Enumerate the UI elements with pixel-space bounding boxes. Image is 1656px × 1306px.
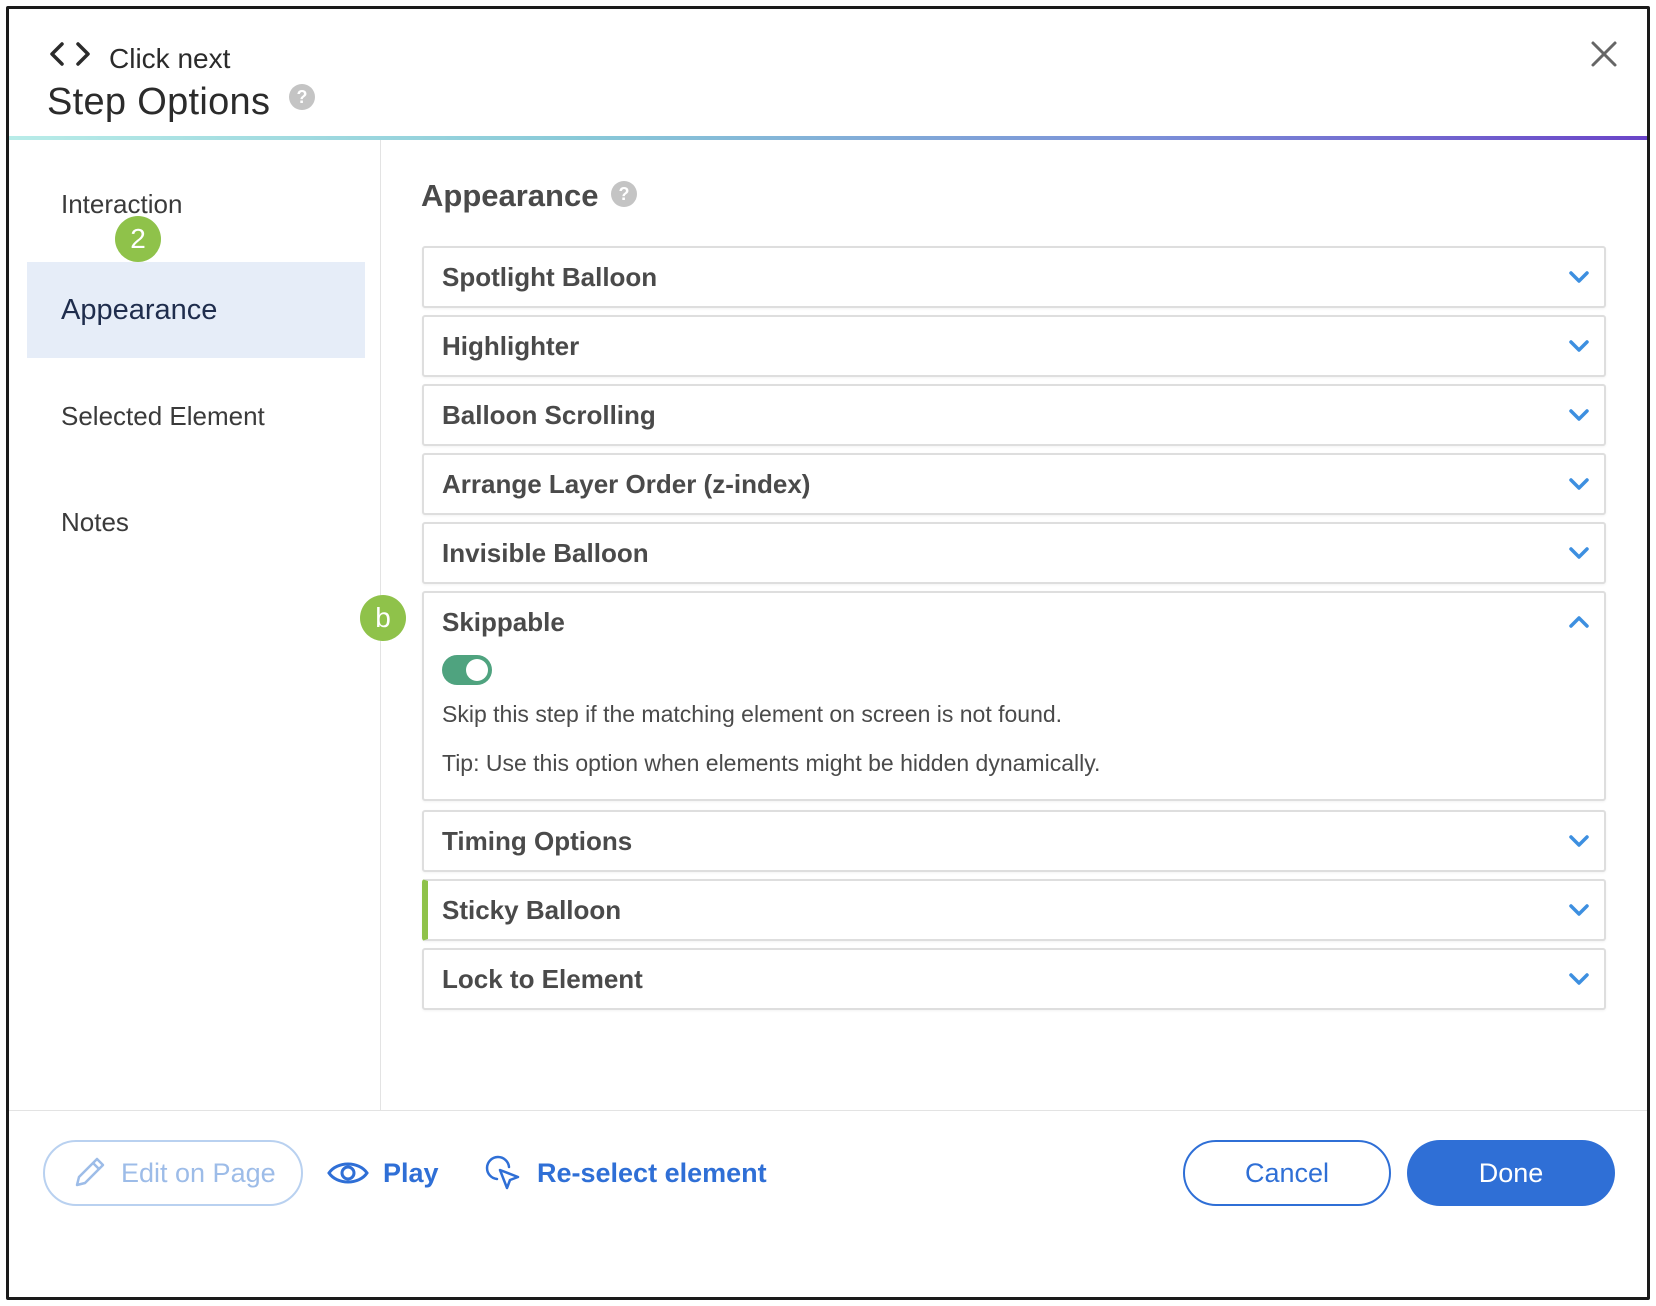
accordion-label: Sticky Balloon (442, 894, 622, 925)
accordion-header[interactable]: Sticky Balloon (428, 881, 1604, 939)
done-button[interactable]: Done (1407, 1140, 1615, 1206)
accordion-label: Highlighter (442, 330, 580, 361)
accordion-spotlight-balloon: Spotlight Balloon (422, 246, 1606, 308)
dialog-header: Click next Step Options ? (9, 9, 1647, 141)
edit-on-page-label: Edit on Page (121, 1157, 276, 1188)
reselect-element-button[interactable]: Re-select element (483, 1140, 767, 1206)
skippable-description: Skip this step if the matching element o… (442, 701, 1063, 727)
sidebar-item-notes[interactable]: Notes (27, 474, 365, 570)
accordion-body: Skip this step if the matching element o… (424, 651, 1604, 777)
help-icon[interactable]: ? (611, 181, 637, 207)
accordion-header[interactable]: Timing Options (424, 812, 1604, 870)
accordion-label: Spotlight Balloon (442, 261, 658, 292)
accordion-invisible-balloon: Invisible Balloon (422, 522, 1606, 584)
help-icon[interactable]: ? (289, 84, 315, 110)
cursor-select-icon (485, 1155, 520, 1190)
sidebar-item-appearance[interactable]: Appearance (27, 262, 365, 358)
skippable-toggle[interactable] (442, 655, 492, 685)
accordion-timing-options: Timing Options (422, 810, 1606, 872)
sidebar-item-interaction[interactable]: Interaction (27, 156, 365, 252)
reselect-element-label: Re-select element (537, 1157, 767, 1188)
chevron-up-icon (1569, 616, 1589, 628)
chevron-down-icon (1569, 835, 1589, 847)
accordion-header[interactable]: Arrange Layer Order (z-index) (424, 455, 1604, 513)
sidebar-item-label: Appearance (61, 293, 218, 326)
chevron-down-icon (1569, 904, 1589, 916)
accordion-label: Timing Options (442, 825, 633, 856)
accordion-header[interactable]: Skippable (424, 593, 1604, 651)
accordion-header[interactable]: Highlighter (424, 317, 1604, 375)
accordion-arrange-layer-order: Arrange Layer Order (z-index) (422, 453, 1606, 515)
sidebar-item-label: Selected Element (61, 400, 265, 431)
play-button[interactable]: Play (327, 1140, 439, 1206)
step-navigation (49, 41, 91, 67)
chevron-down-icon (1569, 409, 1589, 421)
page-title: Step Options (47, 81, 271, 123)
step-name: Click next (109, 43, 231, 74)
accordion-header[interactable]: Lock to Element (424, 950, 1604, 1008)
sidebar: Interaction 2 Appearance Selected Elemen… (9, 140, 381, 1110)
accordion-highlighter: Highlighter (422, 315, 1606, 377)
section-title: Appearance (421, 178, 599, 213)
chevron-down-icon (1569, 973, 1589, 985)
cancel-button[interactable]: Cancel (1183, 1140, 1391, 1206)
sidebar-item-label: Notes (61, 506, 129, 537)
accordion-lock-to-element: Lock to Element (422, 948, 1606, 1010)
chevron-left-icon[interactable] (49, 41, 65, 67)
accordion-label: Arrange Layer Order (z-index) (442, 468, 811, 499)
step-badge: 2 (115, 216, 161, 262)
play-label: Play (383, 1157, 439, 1188)
pencil-icon (75, 1157, 105, 1187)
edit-on-page-button[interactable]: Edit on Page (43, 1140, 303, 1206)
accordion-label: Skippable (442, 606, 565, 637)
accordion-label: Lock to Element (442, 963, 643, 994)
close-icon[interactable] (1587, 37, 1621, 71)
accordion-label: Invisible Balloon (442, 537, 649, 568)
accordion-header[interactable]: Balloon Scrolling (424, 386, 1604, 444)
toggle-knob (466, 659, 488, 681)
chevron-down-icon (1569, 271, 1589, 283)
chevron-down-icon (1569, 478, 1589, 490)
chevron-down-icon (1569, 340, 1589, 352)
skippable-tip: Tip: Use this option when elements might… (442, 750, 1101, 776)
sidebar-item-label: Interaction (61, 188, 183, 219)
accordion-sticky-balloon: Sticky Balloon (422, 879, 1606, 941)
main-content: Appearance ? Spotlight Balloon Highlight… (360, 140, 1647, 1110)
sidebar-item-selected-element[interactable]: Selected Element (27, 368, 365, 464)
eye-icon (327, 1162, 369, 1184)
accordion-header[interactable]: Invisible Balloon (424, 524, 1604, 582)
chevron-down-icon (1569, 547, 1589, 559)
accordion-balloon-scrolling: Balloon Scrolling (422, 384, 1606, 446)
accordion-skippable: Skippable Skip this step if the matching… (422, 591, 1606, 801)
chevron-right-icon[interactable] (75, 41, 91, 67)
step-options-dialog: Click next Step Options ? Interaction 2 … (6, 6, 1650, 1300)
accordion-label: Balloon Scrolling (442, 399, 656, 430)
dialog-footer: Edit on Page Play Re-select element Canc… (9, 1110, 1647, 1297)
accordion-header[interactable]: Spotlight Balloon (424, 248, 1604, 306)
callout-badge: b (360, 595, 406, 641)
